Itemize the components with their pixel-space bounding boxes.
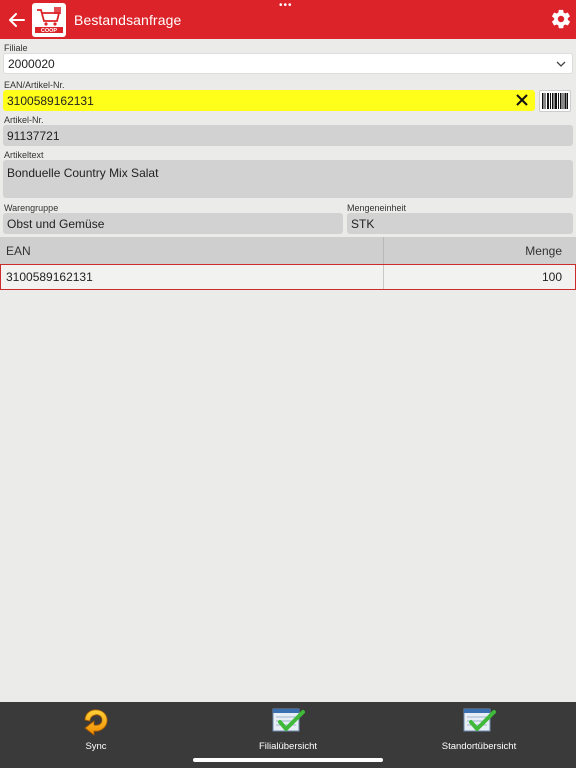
artikelnr-field: 91137721	[3, 125, 573, 146]
ean-input-value: 3100589162131	[7, 93, 94, 108]
warengruppe-value: Obst und Gemüse	[7, 216, 105, 231]
chevron-down-icon	[556, 61, 566, 67]
app-logo: COOP	[32, 2, 66, 37]
column-header-ean[interactable]: EAN	[0, 237, 384, 264]
filiale-label: Filiale	[4, 43, 28, 53]
home-indicator[interactable]	[193, 758, 383, 762]
table-header: EAN Menge	[0, 237, 576, 264]
ean-input[interactable]: 3100589162131	[3, 90, 535, 111]
barcode-icon	[542, 93, 568, 109]
gear-icon	[552, 9, 570, 29]
page-title: Bestandsanfrage	[74, 11, 182, 28]
filiale-value: 2000020	[8, 56, 55, 71]
checklist-icon	[272, 708, 305, 732]
sync-label: Sync	[85, 741, 107, 752]
table-row[interactable]: 3100589162131 100	[0, 264, 576, 290]
sync-button[interactable]: Sync	[16, 702, 176, 758]
barcode-scan-button[interactable]	[539, 90, 571, 112]
artikeltext-value: Bonduelle Country Mix Salat	[7, 166, 159, 180]
artikelnr-value: 91137721	[7, 128, 60, 143]
clear-icon[interactable]	[515, 93, 529, 107]
settings-button[interactable]	[550, 8, 572, 30]
column-header-menge[interactable]: Menge	[384, 237, 576, 264]
cell-ean: 3100589162131	[1, 265, 384, 289]
warengruppe-label: Warengruppe	[4, 203, 59, 213]
mengeneinheit-value: STK	[351, 216, 375, 231]
arrow-left-icon	[9, 12, 25, 27]
filialuebersicht-label: Filialübersicht	[258, 741, 318, 752]
logo-text: COOP	[41, 28, 58, 34]
artikeltext-label: Artikeltext	[4, 150, 44, 160]
checklist-icon	[463, 708, 496, 732]
filialuebersicht-button[interactable]: Filialübersicht	[208, 702, 368, 758]
filiale-select[interactable]: 2000020	[3, 53, 573, 74]
artikeltext-field: Bonduelle Country Mix Salat	[3, 160, 573, 198]
cell-menge: 100	[541, 270, 562, 284]
mengeneinheit-field: STK	[347, 213, 573, 234]
back-button[interactable]	[2, 0, 32, 39]
sync-icon	[84, 709, 108, 736]
standortuebersicht-button[interactable]: Standortübersicht	[399, 702, 559, 758]
mengeneinheit-label: Mengeneinheit	[347, 203, 407, 213]
warengruppe-field: Obst und Gemüse	[3, 213, 343, 234]
standortuebersicht-label: Standortübersicht	[441, 741, 517, 752]
artikelnr-label: Artikel-Nr.	[4, 115, 44, 125]
app-header: COOP Bestandsanfrage •••	[0, 0, 576, 39]
ean-label: EAN/Artikel-Nr.	[4, 80, 65, 90]
shopping-cart-logo-icon: COOP	[33, 3, 65, 36]
multitask-dots[interactable]: •••	[279, 1, 293, 11]
